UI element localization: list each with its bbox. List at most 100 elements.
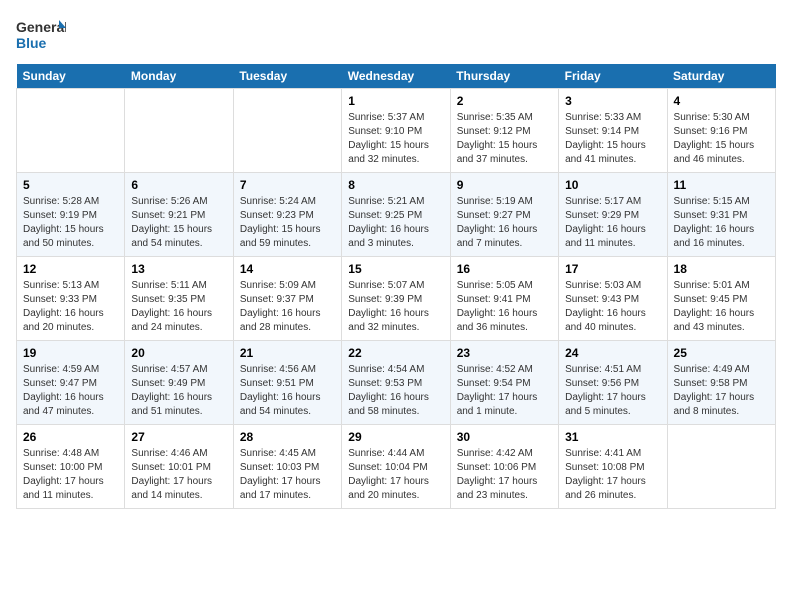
calendar-cell: 24Sunrise: 4:51 AM Sunset: 9:56 PM Dayli… <box>559 341 667 425</box>
calendar-cell: 21 Sunrise: 4:56 AM Sunset: 9:51 PM Dayli… <box>233 341 341 425</box>
day-info: Sunrise: 4:59 AM Sunset: 9:47 PM Dayligh… <box>23 363 118 419</box>
day-number: 2 <box>457 94 552 108</box>
day-info: Sunrise: 4:52 AM Sunset: 9:54 PM Dayligh… <box>457 363 552 419</box>
day-info: Sunrise: 4:57 AM Sunset: 9:49 PM Dayligh… <box>131 363 226 419</box>
weekday-header: Monday <box>125 64 233 89</box>
calendar-cell: 1 Sunrise: 5:37 AM Sunset: 9:10 PM Daylig… <box>342 89 450 173</box>
calendar-cell: 20Sunrise: 4:57 AM Sunset: 9:49 PM Dayli… <box>125 341 233 425</box>
calendar-cell: 28 Sunrise: 4:45 AM Sunset: 10:03 PM Dayl… <box>233 425 341 509</box>
day-info: Sunrise: 4:49 AM Sunset: 9:58 PM Dayligh… <box>674 363 769 419</box>
day-info: Sunrise: 5:05 AM Sunset: 9:41 PM Dayligh… <box>457 279 552 335</box>
calendar-cell: 23 Sunrise: 4:52 AM Sunset: 9:54 PM Dayli… <box>450 341 558 425</box>
day-number: 21 <box>240 346 335 360</box>
day-info: Sunrise: 5:28 AM Sunset: 9:19 PM Dayligh… <box>23 195 118 251</box>
calendar-cell: 3 Sunrise: 5:33 AM Sunset: 9:14 PM Daylig… <box>559 89 667 173</box>
calendar-cell: 22 Sunrise: 4:54 AM Sunset: 9:53 PM Dayli… <box>342 341 450 425</box>
logo-svg: General Blue <box>16 16 66 52</box>
day-info: Sunrise: 4:56 AM Sunset: 9:51 PM Dayligh… <box>240 363 335 419</box>
page-header: General Blue <box>16 16 776 52</box>
day-info: Sunrise: 5:17 AM Sunset: 9:29 PM Dayligh… <box>565 195 660 251</box>
svg-text:General: General <box>16 19 66 35</box>
svg-text:Blue: Blue <box>16 35 47 51</box>
day-number: 8 <box>348 178 443 192</box>
day-number: 27 <box>131 430 226 444</box>
calendar-cell: 4 Sunrise: 5:30 AM Sunset: 9:16 PM Daylig… <box>667 89 775 173</box>
weekday-header: Friday <box>559 64 667 89</box>
day-number: 5 <box>23 178 118 192</box>
day-number: 30 <box>457 430 552 444</box>
day-number: 6 <box>131 178 226 192</box>
day-number: 19 <box>23 346 118 360</box>
day-info: Sunrise: 4:42 AM Sunset: 10:06 PM Daylig… <box>457 447 552 503</box>
day-info: Sunrise: 5:09 AM Sunset: 9:37 PM Dayligh… <box>240 279 335 335</box>
day-info: Sunrise: 5:13 AM Sunset: 9:33 PM Dayligh… <box>23 279 118 335</box>
calendar-cell: 16 Sunrise: 5:05 AM Sunset: 9:41 PM Dayli… <box>450 257 558 341</box>
day-info: Sunrise: 4:41 AM Sunset: 10:08 PM Daylig… <box>565 447 660 503</box>
weekday-header: Sunday <box>17 64 125 89</box>
day-info: Sunrise: 5:30 AM Sunset: 9:16 PM Dayligh… <box>674 111 769 167</box>
calendar-cell <box>667 425 775 509</box>
day-number: 24 <box>565 346 660 360</box>
weekday-header: Thursday <box>450 64 558 89</box>
calendar-week-row: 19 Sunrise: 4:59 AM Sunset: 9:47 PM Dayli… <box>17 341 776 425</box>
calendar-cell: 14 Sunrise: 5:09 AM Sunset: 9:37 PM Dayli… <box>233 257 341 341</box>
day-number: 16 <box>457 262 552 276</box>
day-info: Sunrise: 4:54 AM Sunset: 9:53 PM Dayligh… <box>348 363 443 419</box>
calendar-cell: 11 Sunrise: 5:15 AM Sunset: 9:31 PM Dayli… <box>667 173 775 257</box>
day-info: Sunrise: 5:19 AM Sunset: 9:27 PM Dayligh… <box>457 195 552 251</box>
day-info: Sunrise: 5:01 AM Sunset: 9:45 PM Dayligh… <box>674 279 769 335</box>
calendar-cell: 2 Sunrise: 5:35 AM Sunset: 9:12 PM Daylig… <box>450 89 558 173</box>
day-number: 28 <box>240 430 335 444</box>
day-number: 4 <box>674 94 769 108</box>
day-number: 17 <box>565 262 660 276</box>
calendar-cell <box>125 89 233 173</box>
day-info: Sunrise: 4:45 AM Sunset: 10:03 PM Daylig… <box>240 447 335 503</box>
day-info: Sunrise: 4:44 AM Sunset: 10:04 PM Daylig… <box>348 447 443 503</box>
day-info: Sunrise: 5:35 AM Sunset: 9:12 PM Dayligh… <box>457 111 552 167</box>
day-number: 23 <box>457 346 552 360</box>
calendar-cell: 18Sunrise: 5:01 AM Sunset: 9:45 PM Dayli… <box>667 257 775 341</box>
day-number: 10 <box>565 178 660 192</box>
calendar-cell: 9 Sunrise: 5:19 AM Sunset: 9:27 PM Daylig… <box>450 173 558 257</box>
day-number: 12 <box>23 262 118 276</box>
calendar-cell <box>17 89 125 173</box>
calendar-cell: 6Sunrise: 5:26 AM Sunset: 9:21 PM Daylig… <box>125 173 233 257</box>
calendar-week-row: 1 Sunrise: 5:37 AM Sunset: 9:10 PM Daylig… <box>17 89 776 173</box>
calendar-cell: 8 Sunrise: 5:21 AM Sunset: 9:25 PM Daylig… <box>342 173 450 257</box>
day-info: Sunrise: 5:07 AM Sunset: 9:39 PM Dayligh… <box>348 279 443 335</box>
day-number: 9 <box>457 178 552 192</box>
calendar-cell: 7Sunrise: 5:24 AM Sunset: 9:23 PM Daylig… <box>233 173 341 257</box>
calendar-cell: 13Sunrise: 5:11 AM Sunset: 9:35 PM Dayli… <box>125 257 233 341</box>
day-number: 3 <box>565 94 660 108</box>
calendar-cell: 27 Sunrise: 4:46 AM Sunset: 10:01 PM Dayl… <box>125 425 233 509</box>
calendar-week-row: 12 Sunrise: 5:13 AM Sunset: 9:33 PM Dayli… <box>17 257 776 341</box>
day-info: Sunrise: 5:03 AM Sunset: 9:43 PM Dayligh… <box>565 279 660 335</box>
day-info: Sunrise: 5:33 AM Sunset: 9:14 PM Dayligh… <box>565 111 660 167</box>
day-number: 11 <box>674 178 769 192</box>
calendar-cell: 17 Sunrise: 5:03 AM Sunset: 9:43 PM Dayli… <box>559 257 667 341</box>
day-number: 22 <box>348 346 443 360</box>
day-number: 26 <box>23 430 118 444</box>
calendar-cell: 15Sunrise: 5:07 AM Sunset: 9:39 PM Dayli… <box>342 257 450 341</box>
calendar-cell <box>233 89 341 173</box>
day-info: Sunrise: 4:48 AM Sunset: 10:00 PM Daylig… <box>23 447 118 503</box>
calendar-cell: 12 Sunrise: 5:13 AM Sunset: 9:33 PM Dayli… <box>17 257 125 341</box>
day-number: 25 <box>674 346 769 360</box>
day-number: 14 <box>240 262 335 276</box>
calendar-cell: 10 Sunrise: 5:17 AM Sunset: 9:29 PM Dayli… <box>559 173 667 257</box>
day-number: 7 <box>240 178 335 192</box>
day-number: 1 <box>348 94 443 108</box>
calendar-cell: 19 Sunrise: 4:59 AM Sunset: 9:47 PM Dayli… <box>17 341 125 425</box>
calendar-week-row: 5 Sunrise: 5:28 AM Sunset: 9:19 PM Daylig… <box>17 173 776 257</box>
day-info: Sunrise: 5:21 AM Sunset: 9:25 PM Dayligh… <box>348 195 443 251</box>
day-number: 13 <box>131 262 226 276</box>
calendar-cell: 25 Sunrise: 4:49 AM Sunset: 9:58 PM Dayli… <box>667 341 775 425</box>
weekday-header-row: SundayMondayTuesdayWednesdayThursdayFrid… <box>17 64 776 89</box>
weekday-header: Tuesday <box>233 64 341 89</box>
day-info: Sunrise: 4:46 AM Sunset: 10:01 PM Daylig… <box>131 447 226 503</box>
day-info: Sunrise: 5:37 AM Sunset: 9:10 PM Dayligh… <box>348 111 443 167</box>
day-info: Sunrise: 5:15 AM Sunset: 9:31 PM Dayligh… <box>674 195 769 251</box>
calendar-table: SundayMondayTuesdayWednesdayThursdayFrid… <box>16 64 776 509</box>
calendar-cell: 31Sunrise: 4:41 AM Sunset: 10:08 PM Dayl… <box>559 425 667 509</box>
weekday-header: Saturday <box>667 64 775 89</box>
